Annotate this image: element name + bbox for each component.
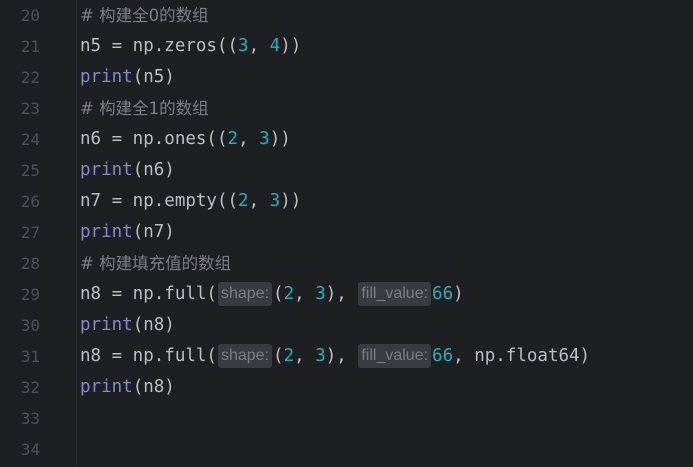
code-token: )) bbox=[280, 191, 302, 211]
code-token: (n7) bbox=[132, 222, 175, 242]
code-text[interactable]: print(n5) bbox=[80, 62, 175, 93]
code-text[interactable]: print(n8) bbox=[80, 310, 175, 341]
code-token: n6 = np.ones(( bbox=[80, 129, 228, 149]
number-literal: 2 bbox=[227, 129, 239, 149]
code-line[interactable]: 33 bbox=[0, 403, 693, 434]
line-number: 25 bbox=[20, 161, 40, 180]
code-token: , bbox=[294, 346, 316, 366]
line-number: 24 bbox=[20, 130, 40, 149]
line-number: 22 bbox=[20, 68, 40, 87]
code-line[interactable]: 22 print(n5) bbox=[0, 62, 693, 93]
print-builtin: print bbox=[80, 377, 133, 397]
code-line[interactable]: 20 # 构建全0的数组 bbox=[0, 0, 693, 31]
number-literal: 2 bbox=[283, 284, 295, 304]
code-token: n8 = np.full( bbox=[80, 284, 217, 304]
code-line[interactable]: 30 print(n8) bbox=[0, 310, 693, 341]
code-text[interactable]: print(n7) bbox=[80, 217, 175, 248]
code-token: , bbox=[238, 129, 260, 149]
code-token: (n5) bbox=[132, 67, 175, 87]
inlay-parameter-hint: shape: bbox=[217, 344, 273, 368]
code-text[interactable]: n8 = np.full(shape: (2, 3), fill_value: 66… bbox=[80, 341, 590, 372]
line-number: 26 bbox=[20, 192, 40, 211]
line-number: 21 bbox=[20, 37, 40, 56]
number-literal: 3 bbox=[315, 346, 326, 366]
code-token: n5 = np.zeros(( bbox=[80, 36, 239, 56]
code-line[interactable]: 21 n5 = np.zeros((3, 4)) bbox=[0, 31, 693, 62]
number-literal: 66 bbox=[432, 346, 454, 366]
code-editor[interactable]: 20 # 构建全0的数组 21 n5 = np.zeros((3, 4)) 22 prin… bbox=[0, 0, 693, 467]
line-number: 20 bbox=[20, 6, 40, 25]
code-text[interactable]: # 构建全1的数组 bbox=[80, 93, 209, 125]
print-builtin: print bbox=[80, 222, 133, 242]
code-token: ( bbox=[273, 284, 284, 304]
code-token: ( bbox=[273, 346, 284, 366]
number-literal: 3 bbox=[238, 36, 249, 56]
code-line[interactable]: 24 n6 = np.ones((2, 3)) bbox=[0, 124, 693, 155]
code-token: , np.float64) bbox=[453, 346, 591, 366]
print-builtin: print bbox=[80, 160, 133, 180]
code-line[interactable]: 29 n8 = np.full(shape: (2, 3), fill_value:… bbox=[0, 279, 693, 310]
code-token: (n8) bbox=[132, 377, 175, 397]
code-line[interactable]: 34 bbox=[0, 434, 693, 465]
number-literal: 66 bbox=[432, 284, 454, 304]
code-token: ) bbox=[453, 284, 464, 304]
code-text[interactable]: print(n6) bbox=[80, 155, 175, 186]
code-line[interactable]: 27 print(n7) bbox=[0, 217, 693, 248]
code-line[interactable]: 26 n7 = np.empty((2, 3)) bbox=[0, 186, 693, 217]
code-token: , bbox=[248, 191, 270, 211]
code-token: n7 = np.empty(( bbox=[80, 191, 239, 211]
code-line[interactable]: 23 # 构建全1的数组 bbox=[0, 93, 693, 124]
line-number: 28 bbox=[20, 254, 40, 273]
line-number: 27 bbox=[20, 223, 40, 242]
code-text[interactable]: n7 = np.empty((2, 3)) bbox=[80, 186, 301, 217]
code-lines[interactable]: 20 # 构建全0的数组 21 n5 = np.zeros((3, 4)) 22 prin… bbox=[0, 0, 693, 465]
code-token: )) bbox=[269, 129, 291, 149]
code-text[interactable]: n5 = np.zeros((3, 4)) bbox=[80, 31, 301, 62]
code-line[interactable]: 31 n8 = np.full(shape: (2, 3), fill_value:… bbox=[0, 341, 693, 372]
number-literal: 3 bbox=[259, 129, 270, 149]
code-token: (n6) bbox=[132, 160, 175, 180]
number-literal: 4 bbox=[269, 36, 281, 56]
code-token: )) bbox=[280, 36, 302, 56]
number-literal: 3 bbox=[269, 191, 281, 211]
code-comment: # 构建全0的数组 bbox=[80, 6, 209, 25]
code-token: ), bbox=[325, 284, 358, 304]
line-number: 33 bbox=[20, 409, 40, 428]
print-builtin: print bbox=[80, 67, 133, 87]
code-line[interactable]: 32 print(n8) bbox=[0, 372, 693, 403]
inlay-parameter-hint: shape: bbox=[217, 282, 273, 306]
code-line[interactable]: 28 # 构建填充值的数组 bbox=[0, 248, 693, 279]
print-builtin: print bbox=[80, 315, 133, 335]
code-comment: # 构建填充值的数组 bbox=[80, 254, 232, 273]
code-text[interactable]: # 构建全0的数组 bbox=[80, 0, 209, 32]
code-token: , bbox=[248, 36, 270, 56]
inlay-parameter-hint: fill_value: bbox=[358, 344, 432, 368]
line-number: 30 bbox=[20, 316, 40, 335]
code-token: n8 = np.full( bbox=[80, 346, 217, 366]
code-text[interactable]: # 构建填充值的数组 bbox=[80, 248, 231, 280]
inlay-parameter-hint: fill_value: bbox=[358, 282, 432, 306]
line-number: 31 bbox=[20, 347, 40, 366]
code-text[interactable]: print(n8) bbox=[80, 372, 175, 403]
line-number: 29 bbox=[20, 285, 40, 304]
code-comment: # 构建全1的数组 bbox=[80, 99, 209, 118]
code-token: , bbox=[294, 284, 316, 304]
number-literal: 2 bbox=[283, 346, 295, 366]
number-literal: 3 bbox=[315, 284, 326, 304]
line-number: 34 bbox=[20, 440, 40, 459]
line-number: 32 bbox=[20, 378, 40, 397]
line-number: 23 bbox=[20, 99, 40, 118]
code-token: (n8) bbox=[132, 315, 175, 335]
code-token: ), bbox=[325, 346, 358, 366]
code-text[interactable]: n6 = np.ones((2, 3)) bbox=[80, 124, 291, 155]
code-text[interactable]: n8 = np.full(shape: (2, 3), fill_value: 66… bbox=[80, 279, 464, 310]
number-literal: 2 bbox=[238, 191, 249, 211]
code-line[interactable]: 25 print(n6) bbox=[0, 155, 693, 186]
